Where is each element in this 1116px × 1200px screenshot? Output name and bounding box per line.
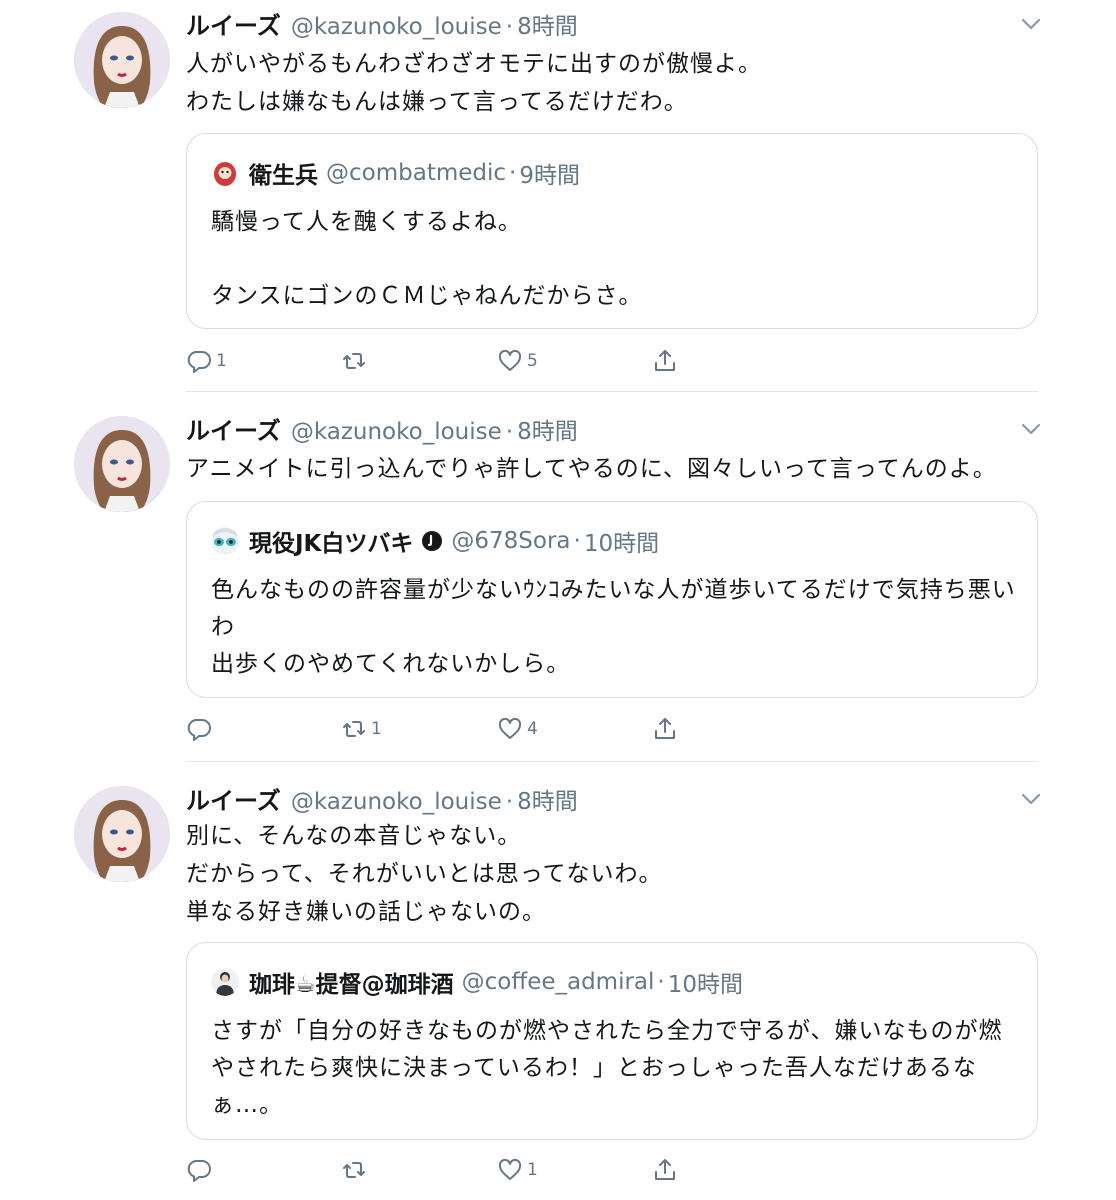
reply-button[interactable] <box>186 1155 216 1185</box>
anime-face-icon <box>211 527 239 555</box>
tweet-actions: 1 <box>186 1155 706 1185</box>
avatar-image <box>74 416 170 512</box>
quoted-timestamp: 10時間 <box>583 531 660 557</box>
tweet-actions: 1 5 <box>186 346 706 376</box>
separator-dot: · <box>505 419 514 445</box>
avatar-image <box>74 12 170 108</box>
quoted-tweet[interactable]: 珈琲☕提督@珈琲酒 @coffee_admiral · 10時間 さすが「自分の… <box>186 942 1038 1140</box>
quoted-timestamp: 9時間 <box>519 163 580 189</box>
avatar[interactable] <box>74 12 170 108</box>
tweet-actions: 1 4 <box>186 714 706 744</box>
reply-count: 1 <box>216 351 227 371</box>
quoted-author-handle: @coffee_admiral <box>461 969 655 995</box>
chevron-down-icon[interactable] <box>1020 17 1042 31</box>
retweet-button[interactable] <box>341 346 371 376</box>
share-icon <box>655 718 675 739</box>
retweet-button[interactable] <box>341 1155 371 1185</box>
quoted-text: さすが「自分の好きなものが燃やされたら全力で守るが、嫌いなものが燃やされたら爽快… <box>211 1018 1003 1118</box>
avatar[interactable] <box>74 786 170 882</box>
quoted-tweet[interactable]: 衛生兵 @combatmedic · 9時間 驕慢って人を醜くするよね。 タンス… <box>186 133 1038 329</box>
reply-button[interactable]: 1 <box>186 346 227 376</box>
separator-dot: · <box>509 160 517 186</box>
heart-icon <box>498 349 522 371</box>
quoted-avatar <box>211 527 239 555</box>
like-button[interactable]: 1 <box>497 1155 538 1185</box>
quoted-text: 色んなものの許容量が少ないｳﾝｺみたいな人が道歩いてるだけで気持ち悪いわ 出歩く… <box>211 577 1016 677</box>
quoted-tweet[interactable]: 現役JK白ツバキ @678Sora · 10時間 色んなものの許容量が少ないｳﾝ… <box>186 501 1038 698</box>
quoted-avatar <box>211 159 239 187</box>
tweet[interactable]: ルイーズ @kazunoko_louise · 8時間 人がいやがるもんわざわざ… <box>0 0 1116 392</box>
retweet-icon <box>343 1162 365 1178</box>
tweet[interactable]: ルイーズ @kazunoko_louise · 8時間 アニメイトに引っ込んでり… <box>0 392 1116 762</box>
author-name[interactable]: ルイーズ <box>186 6 281 41</box>
share-button[interactable] <box>652 1155 678 1185</box>
timestamp[interactable]: 8時間 <box>517 782 578 816</box>
avatar-image <box>74 786 170 882</box>
reply-icon <box>187 1160 211 1182</box>
verified-badge-icon <box>422 531 443 551</box>
separator-dot: · <box>505 14 514 40</box>
share-icon <box>655 350 675 371</box>
like-count: 4 <box>527 719 538 739</box>
quoted-timestamp: 10時間 <box>667 972 744 998</box>
like-button[interactable]: 5 <box>497 346 538 376</box>
reply-icon <box>187 719 211 741</box>
like-count: 1 <box>527 1160 538 1180</box>
quoted-author-handle: @678Sora <box>451 528 571 554</box>
author-handle[interactable]: @kazunoko_louise <box>291 14 502 40</box>
quoted-avatar <box>211 968 239 996</box>
like-count: 5 <box>527 351 538 371</box>
quoted-author-name: 衛生兵 <box>249 163 318 189</box>
quoted-author-handle: @combatmedic <box>326 160 507 186</box>
retweet-icon <box>343 353 365 369</box>
share-button[interactable] <box>652 714 678 744</box>
author-name[interactable]: ルイーズ <box>186 411 281 446</box>
share-button[interactable] <box>652 346 678 376</box>
like-button[interactable]: 4 <box>497 714 538 744</box>
share-icon <box>655 1159 675 1180</box>
heart-icon <box>498 717 522 739</box>
author-name[interactable]: ルイーズ <box>186 781 281 816</box>
timestamp[interactable]: 8時間 <box>517 412 578 446</box>
person-icon <box>211 968 239 996</box>
retweet-icon <box>343 721 365 737</box>
chevron-down-icon[interactable] <box>1020 792 1042 806</box>
quoted-author-name: 現役JK白ツバキ <box>249 531 414 557</box>
separator-dot: · <box>505 789 514 815</box>
separator-dot: · <box>657 969 665 995</box>
reply-button[interactable] <box>186 714 216 744</box>
reply-icon <box>187 351 211 373</box>
tweet-text: 人がいやがるもんわざわざオモテに出すのが傲慢よ。 わたしは嫌なもんは嫌って言って… <box>186 51 762 115</box>
author-handle[interactable]: @kazunoko_louise <box>291 419 502 445</box>
retweet-count: 1 <box>371 719 382 739</box>
quoted-author-name: 珈琲☕提督@珈琲酒 <box>249 972 454 998</box>
daruma-icon <box>211 159 239 187</box>
avatar[interactable] <box>74 416 170 512</box>
quoted-text: 驕慢って人を醜くするよね。 タンスにゴンのＣＭじゃねんだからさ。 <box>211 209 643 309</box>
retweet-button[interactable]: 1 <box>341 714 382 744</box>
tweet-text: アニメイトに引っ込んでりゃ許してやるのに、図々しいって言ってんのよ。 <box>186 456 997 482</box>
separator-dot: · <box>573 528 581 554</box>
timestamp[interactable]: 8時間 <box>517 7 578 41</box>
author-handle[interactable]: @kazunoko_louise <box>291 789 502 815</box>
tweet-text: 別に、そんなの本音じゃない。 だからって、それがいいとは思ってないわ。 単なる好… <box>186 823 663 925</box>
tweet[interactable]: ルイーズ @kazunoko_louise · 8時間 別に、そんなの本音じゃな… <box>0 762 1116 1200</box>
chevron-down-icon[interactable] <box>1020 422 1042 436</box>
heart-icon <box>498 1158 522 1180</box>
